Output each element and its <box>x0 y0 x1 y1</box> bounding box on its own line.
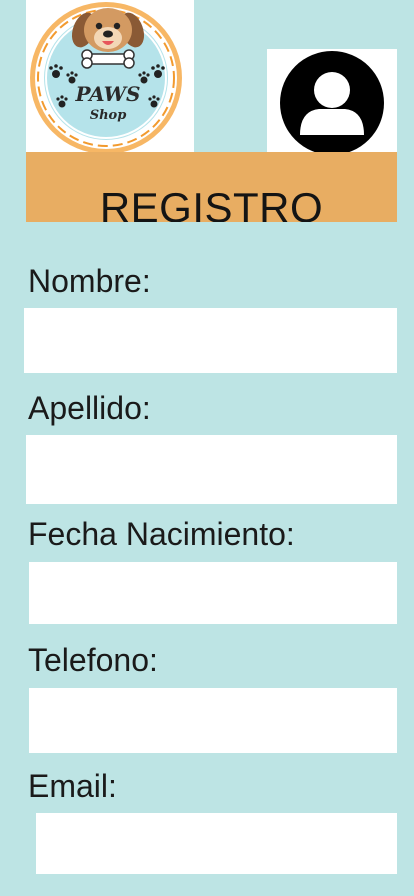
fecha-nacimiento-label: Fecha Nacimiento: <box>28 516 295 552</box>
logo-brand-line1: PAWS <box>74 82 140 106</box>
paws-shop-logo: PAWS Shop <box>26 0 194 152</box>
logo-brand-line2: Shop <box>90 108 127 123</box>
apellido-label: Apellido: <box>28 390 151 426</box>
email-input[interactable] <box>36 813 397 874</box>
page-title: REGISTRO <box>99 184 324 222</box>
apellido-input[interactable] <box>26 435 397 504</box>
nombre-input[interactable] <box>24 308 397 373</box>
fecha-nacimiento-input[interactable] <box>29 562 397 624</box>
telefono-label: Telefono: <box>28 642 158 678</box>
paws-shop-dog-logo-icon: PAWS Shop <box>30 2 182 152</box>
registro-header: REGISTRO <box>26 152 397 222</box>
email-label: Email: <box>28 768 117 804</box>
user-avatar[interactable] <box>267 49 397 152</box>
nombre-label: Nombre: <box>28 263 151 299</box>
user-avatar-icon <box>280 51 384 152</box>
telefono-input[interactable] <box>29 688 397 753</box>
